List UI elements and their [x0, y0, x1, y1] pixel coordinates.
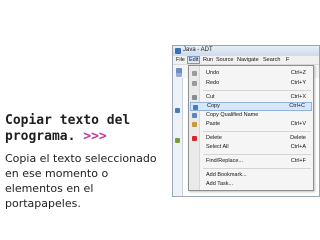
menu-separator — [203, 154, 311, 155]
slide-title: Copiar texto del programa. >>> — [5, 113, 165, 145]
menu-item-redo[interactable]: Redo Ctrl+Y — [190, 79, 312, 88]
menu-item-shortcut: Ctrl+C — [289, 103, 305, 109]
menu-run[interactable]: Run — [202, 57, 214, 64]
window-title-bar: Java - ADT — [173, 46, 319, 56]
save-icon[interactable] — [176, 73, 182, 77]
copy-qualified-icon — [192, 113, 197, 118]
menu-item-copy-qualified-name[interactable]: Copy Qualified Name — [190, 111, 312, 120]
menu-item-label: Add Task... — [206, 181, 234, 187]
redo-icon — [192, 81, 197, 86]
menu-item-copy[interactable]: Copy Ctrl+C — [190, 102, 312, 111]
copy-icon — [193, 105, 198, 110]
menu-separator — [203, 168, 311, 169]
slide-title-line-1: Copiar texto del — [5, 113, 131, 128]
body-line: portapapeles. — [5, 197, 81, 210]
menu-separator — [203, 90, 311, 91]
body-line: Copia el texto seleccionado — [5, 152, 157, 165]
window-title: Java - ADT — [183, 47, 213, 53]
menu-item-shortcut: Ctrl+F — [290, 158, 306, 164]
menu-edit[interactable]: Edit — [187, 56, 201, 64]
menu-item-paste[interactable]: Paste Ctrl+V — [190, 120, 312, 129]
menu-item-delete[interactable]: Delete Delete — [190, 134, 312, 143]
menu-item-shortcut: Ctrl+A — [290, 144, 306, 150]
menu-bar: File Edit Run Source Navigate Search F — [173, 56, 319, 65]
menu-more[interactable]: F — [285, 57, 290, 64]
paste-icon — [192, 122, 197, 127]
menu-item-shortcut: Ctrl+X — [290, 94, 306, 100]
undo-icon — [192, 71, 197, 76]
menu-item-undo[interactable]: Undo Ctrl+Z — [190, 69, 312, 78]
menu-source[interactable]: Source — [215, 57, 234, 64]
menu-item-label: Copy — [207, 103, 220, 109]
menu-file[interactable]: File — [175, 57, 186, 64]
cut-icon — [192, 95, 197, 100]
menu-item-label: Select All — [206, 144, 229, 150]
menu-item-label: Cut — [206, 94, 215, 100]
menu-item-shortcut: Delete — [290, 135, 306, 141]
package-icon[interactable] — [175, 108, 180, 113]
menu-item-select-all[interactable]: Select All Ctrl+A — [190, 143, 312, 152]
body-line: elementos en el — [5, 182, 94, 195]
app-icon — [175, 48, 181, 54]
slide-title-line-2: programa. >>> — [5, 129, 165, 145]
menu-item-find-replace[interactable]: Find/Replace... Ctrl+F — [190, 157, 312, 166]
menu-separator — [203, 131, 311, 132]
menu-navigate[interactable]: Navigate — [236, 57, 260, 64]
app-screenshot: Java - ADT File Edit Run Source Navigate… — [172, 45, 320, 197]
menu-item-label: Redo — [206, 80, 220, 86]
menu-item-add-task[interactable]: Add Task... — [190, 180, 312, 189]
menu-item-shortcut: Ctrl+Y — [290, 80, 306, 86]
body-line: en ese momento o — [5, 167, 109, 180]
title-arrows: >>> — [83, 129, 107, 144]
menu-item-label: Copy Qualified Name — [206, 112, 259, 118]
menu-item-cut[interactable]: Cut Ctrl+X — [190, 93, 312, 102]
menu-item-add-bookmark[interactable]: Add Bookmark... — [190, 171, 312, 180]
menu-item-shortcut: Ctrl+Z — [290, 70, 306, 76]
menu-item-label: Add Bookmark... — [206, 172, 247, 178]
menu-search[interactable]: Search — [262, 57, 281, 64]
class-icon[interactable] — [175, 138, 180, 143]
menu-item-label: Delete — [206, 135, 222, 141]
menu-item-label: Paste — [206, 121, 221, 127]
menu-item-shortcut: Ctrl+V — [290, 121, 306, 127]
edit-menu-dropdown: Undo Ctrl+Z Redo Ctrl+Y Cut Ctrl+X Copy … — [188, 65, 314, 191]
delete-icon — [192, 136, 197, 141]
slide-body: Copia el texto seleccionado en ese momen… — [5, 151, 175, 211]
package-explorer-strip — [173, 78, 183, 196]
menu-item-label: Find/Replace... — [206, 158, 243, 164]
menu-item-label: Undo — [206, 70, 220, 76]
slide-title-text: programa. — [5, 129, 76, 144]
